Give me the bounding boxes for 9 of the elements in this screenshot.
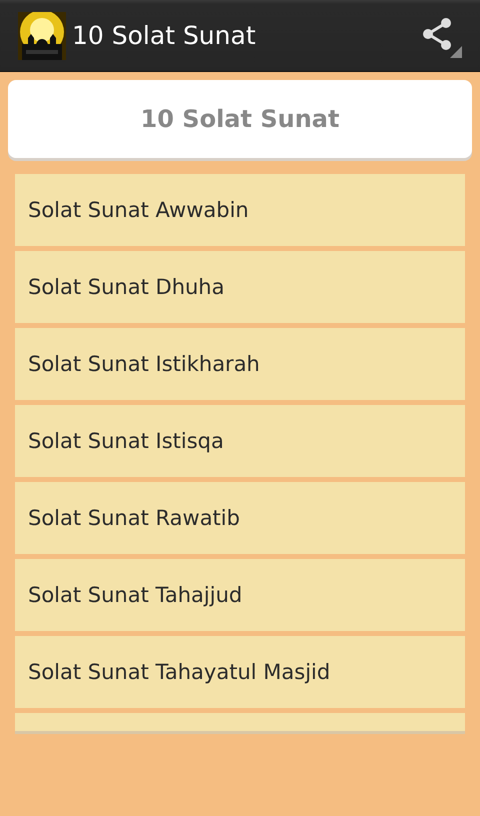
- header-title: 10 Solat Sunat: [140, 105, 340, 133]
- app-title: 10 Solat Sunat: [72, 21, 257, 50]
- list-item[interactable]: Solat Sunat Rawatib: [15, 482, 465, 554]
- list-item[interactable]: Solat Sunat Tahayatul Masjid: [15, 636, 465, 708]
- list-item[interactable]: Solat Sunat Awwabin: [15, 174, 465, 246]
- list-item[interactable]: Solat Sunat Tahajjud: [15, 559, 465, 631]
- list-item[interactable]: Solat Sunat Dhuha: [15, 251, 465, 323]
- list-item[interactable]: Solat Sunat Istisqa: [15, 405, 465, 477]
- list-item[interactable]: Solat Sunat Istikharah: [15, 328, 465, 400]
